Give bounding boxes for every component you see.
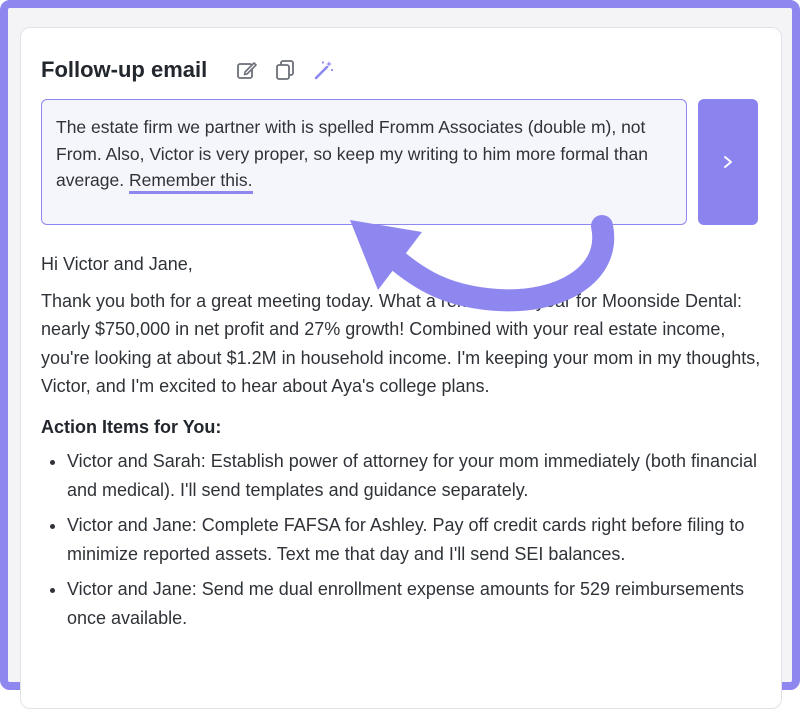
action-item: Victor and Jane: Complete FAFSA for Ashl…	[67, 511, 761, 568]
chevron-right-icon	[724, 156, 732, 168]
prompt-input[interactable]: The estate firm we partner with is spell…	[41, 99, 687, 225]
copy-icon[interactable]	[271, 56, 299, 84]
edit-icon[interactable]	[233, 56, 261, 84]
action-item: Victor and Jane: Send me dual enrollment…	[67, 575, 761, 632]
header: Follow-up email	[41, 54, 337, 86]
curved-arrow-annotation	[350, 215, 615, 312]
remember-this-highlight: Remember this.	[128, 169, 253, 194]
send-button[interactable]	[698, 99, 758, 225]
action-item: Victor and Sarah: Establish power of att…	[67, 447, 761, 504]
page-title: Follow-up email	[41, 57, 208, 82]
action-items-list: Victor and Sarah: Establish power of att…	[41, 447, 761, 632]
magic-wand-icon[interactable]	[309, 56, 337, 84]
action-items-heading: Action Items for You:	[41, 416, 222, 437]
